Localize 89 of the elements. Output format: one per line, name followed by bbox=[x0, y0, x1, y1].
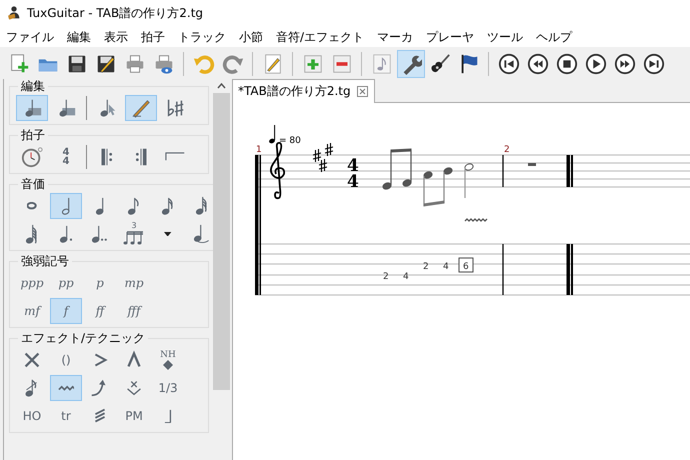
notation-canvas[interactable]: = 80 1 2 4 4 2 4 2 4 6 bbox=[233, 103, 690, 457]
pencil-button[interactable] bbox=[125, 95, 157, 121]
dynamics-button[interactable]: f bbox=[50, 298, 82, 324]
menu-item[interactable]: 小節 bbox=[233, 28, 270, 46]
rewind-icon bbox=[526, 52, 548, 74]
dynamics-button[interactable]: ff bbox=[84, 298, 116, 324]
tool-group-title: 強弱記号 bbox=[20, 254, 70, 268]
redo-icon bbox=[222, 52, 244, 74]
vibrato-mark bbox=[464, 218, 488, 222]
dotted-note-icon bbox=[60, 224, 72, 244]
tool-group-title: エフェクト/テクニック bbox=[20, 331, 146, 345]
time-signature-button[interactable]: 4 4 bbox=[50, 144, 82, 170]
rest-symbol bbox=[528, 163, 536, 166]
sixteenth-note-icon bbox=[162, 196, 174, 216]
close-icon[interactable] bbox=[356, 86, 368, 97]
eighth-note-icon bbox=[128, 196, 140, 216]
tool-group-title: 拍子 bbox=[20, 128, 46, 142]
half-note bbox=[464, 163, 474, 198]
triplet-button[interactable]: 3 bbox=[118, 221, 150, 247]
effect-button[interactable]: tr bbox=[50, 403, 82, 429]
harmonic-button[interactable]: NH bbox=[152, 347, 184, 373]
key-signature-drawing bbox=[312, 142, 334, 173]
whole-note-icon bbox=[27, 202, 37, 210]
dynamics-button[interactable]: fff bbox=[118, 298, 150, 324]
dynamics-button[interactable]: p bbox=[84, 270, 116, 296]
document-tab[interactable]: *TAB譜の作り方2.tg bbox=[232, 79, 375, 103]
menu-item[interactable]: プレーヤ bbox=[420, 28, 482, 46]
beamed-notes bbox=[423, 167, 453, 206]
menu-item[interactable]: ヘルプ bbox=[530, 28, 580, 46]
fret-number: 2 bbox=[383, 272, 389, 282]
dynamics-button[interactable]: ppp bbox=[16, 270, 48, 296]
tempo-marking: = 80 bbox=[279, 136, 301, 146]
menu-item[interactable]: 拍子 bbox=[135, 28, 172, 46]
voice-1-button[interactable] bbox=[16, 95, 48, 121]
undo-icon bbox=[192, 52, 214, 74]
tool-group-title: 編集 bbox=[20, 79, 46, 93]
menu-item[interactable]: ツール bbox=[481, 28, 530, 46]
alternate-ending-icon bbox=[164, 152, 186, 162]
skip-end-icon bbox=[642, 52, 664, 74]
add-track-icon bbox=[302, 52, 324, 74]
note-page-icon bbox=[370, 52, 392, 74]
fast-forward-icon bbox=[614, 52, 636, 74]
guitar-icon bbox=[428, 52, 450, 74]
fret-number: 2 bbox=[423, 262, 429, 272]
play-icon bbox=[584, 52, 606, 74]
dynamics-button[interactable]: mf bbox=[16, 298, 48, 324]
half-button[interactable] bbox=[50, 193, 82, 219]
vibrato-icon bbox=[58, 384, 74, 392]
tools-button[interactable] bbox=[396, 50, 424, 78]
fret-number: 6 bbox=[463, 262, 469, 272]
tied-note-icon bbox=[194, 224, 210, 244]
menu-item[interactable]: ファイル bbox=[0, 28, 61, 46]
window-title: TuxGuitar - TAB譜の作り方2.tg bbox=[27, 4, 204, 22]
menu-item[interactable]: マーカ bbox=[371, 28, 420, 46]
effect-button[interactable]: () bbox=[50, 347, 82, 373]
fret-number: 4 bbox=[403, 272, 409, 282]
tempo-note-icon bbox=[269, 124, 276, 144]
diamond-icon bbox=[162, 360, 173, 370]
tool-group-title: 音価 bbox=[20, 177, 46, 191]
fret-number: 4 bbox=[443, 262, 449, 272]
double-dotted-note-icon bbox=[92, 224, 108, 244]
skip-start-icon bbox=[498, 52, 520, 74]
thirty-second-note-icon bbox=[196, 196, 208, 216]
sixty-fourth-note-icon bbox=[26, 224, 38, 244]
measure-number: 1 bbox=[256, 145, 262, 155]
staccato-icon bbox=[164, 408, 172, 424]
dropdown-arrow-icon bbox=[164, 232, 172, 236]
remove-track-icon bbox=[330, 52, 352, 74]
dynamics-button[interactable]: mp bbox=[118, 270, 150, 296]
app-icon bbox=[6, 5, 22, 21]
scrollbar-thumb[interactable] bbox=[213, 93, 230, 390]
time-signature-bottom: 4 bbox=[347, 172, 359, 192]
menu-item[interactable]: 表示 bbox=[98, 28, 135, 46]
menu-item[interactable]: 音符/エフェクト bbox=[270, 28, 372, 46]
half-note-icon bbox=[62, 196, 70, 216]
effect-button[interactable]: 1/3 bbox=[152, 375, 184, 401]
dynamics-button[interactable]: pp bbox=[50, 270, 82, 296]
stopwatch-icon bbox=[21, 146, 43, 168]
menu-item[interactable]: トラック bbox=[172, 28, 233, 46]
effect-button[interactable]: HO bbox=[16, 403, 48, 429]
beamed-notes bbox=[382, 148, 412, 190]
quarter-note-icon bbox=[96, 196, 104, 216]
stop-icon bbox=[556, 52, 578, 74]
menu-item[interactable]: 編集 bbox=[61, 28, 98, 46]
measure-number: 2 bbox=[504, 145, 510, 155]
effect-button[interactable]: PM bbox=[118, 403, 150, 429]
beamed-notes-icon bbox=[123, 230, 145, 246]
treble-clef-icon bbox=[270, 142, 286, 200]
vibrato-button[interactable] bbox=[50, 375, 82, 401]
